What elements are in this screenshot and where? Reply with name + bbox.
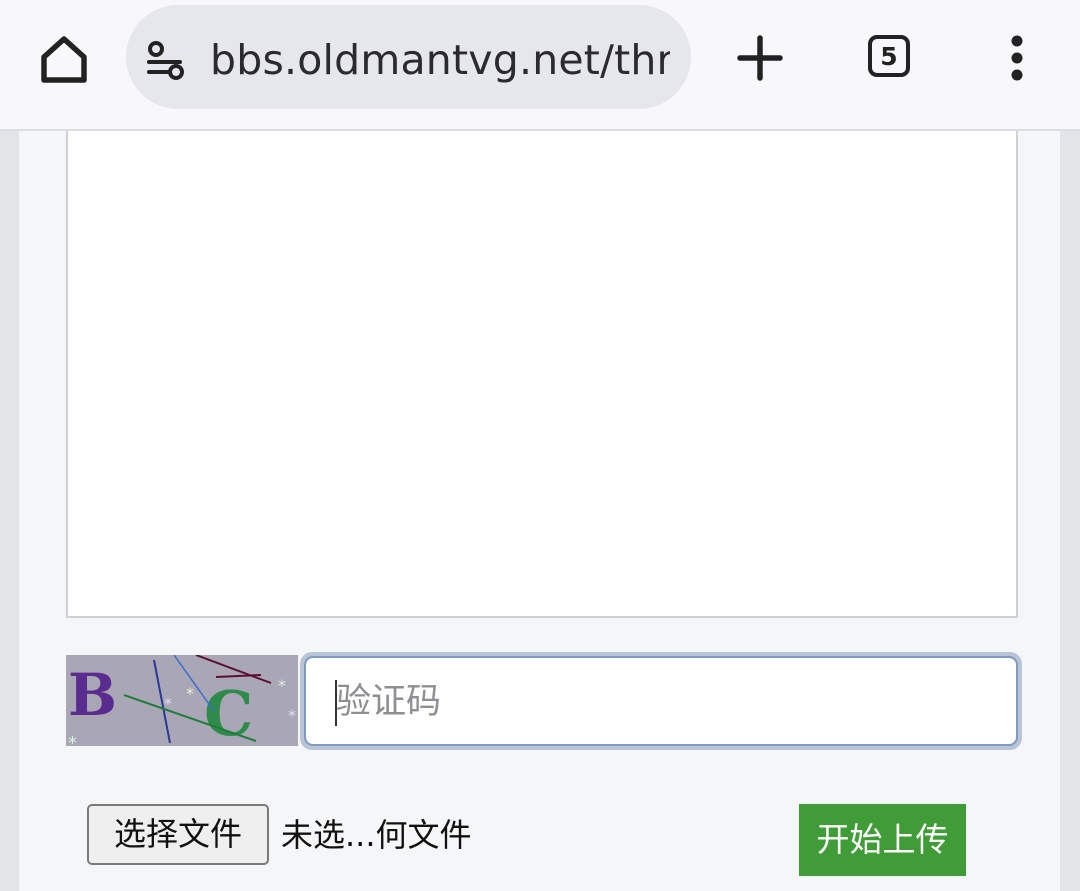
home-button[interactable]: [34, 30, 94, 90]
post-editor[interactable]: [66, 131, 1018, 618]
start-upload-button[interactable]: 开始上传: [799, 804, 966, 876]
tune-icon[interactable]: [146, 40, 188, 80]
browser-toolbar: bbs.oldmantvg.net/thread 5: [0, 0, 1080, 131]
captcha-input-wrapper: 验证码: [300, 652, 1022, 750]
svg-text:*: *: [68, 733, 77, 746]
svg-text:B: B: [68, 661, 117, 729]
home-icon: [41, 36, 87, 83]
svg-text:*: *: [164, 694, 172, 713]
address-bar[interactable]: bbs.oldmantvg.net/thread: [126, 5, 691, 109]
svg-text:C: C: [204, 677, 253, 746]
menu-button[interactable]: [1000, 34, 1034, 82]
captcha-graphic: B C * * * * *: [68, 655, 296, 746]
svg-text:*: *: [186, 684, 194, 703]
captcha-input[interactable]: 验证码: [304, 656, 1018, 746]
text-caret: [335, 680, 337, 726]
new-tab-button[interactable]: [732, 30, 788, 86]
tab-count: 5: [880, 42, 898, 71]
file-status-text: 未选...何文件: [281, 816, 472, 854]
captcha-placeholder: 验证码: [336, 682, 442, 722]
plus-icon: [737, 35, 783, 81]
tab-switcher-button[interactable]: 5: [868, 35, 910, 77]
choose-file-button[interactable]: 选择文件: [87, 804, 269, 865]
more-vert-icon: [1011, 35, 1023, 81]
page-content: B C * * * * * 验证码 选择文件 未选...何文件 开始上传: [19, 131, 1060, 891]
captcha-image[interactable]: B C * * * * *: [66, 655, 298, 746]
url-text[interactable]: bbs.oldmantvg.net/thread: [210, 35, 670, 85]
svg-text:*: *: [278, 676, 286, 695]
svg-text:*: *: [288, 706, 296, 725]
